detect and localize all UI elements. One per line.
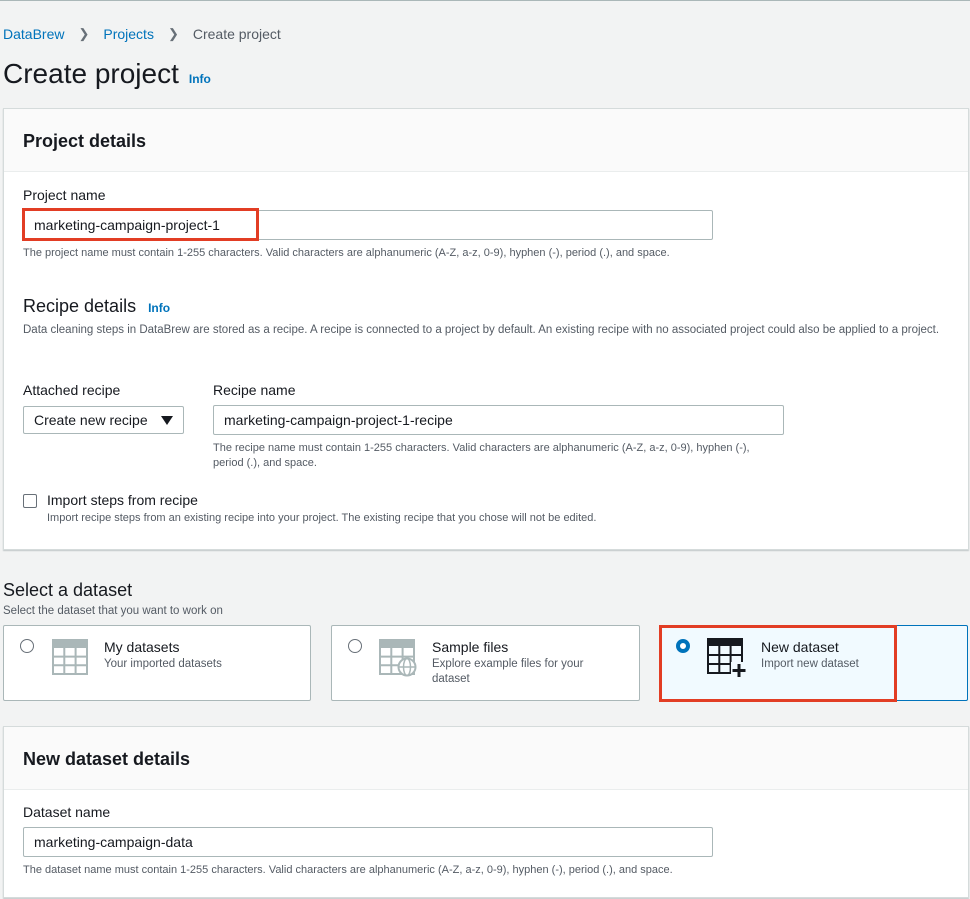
import-steps-label: Import steps from recipe [47,492,198,508]
import-steps-checkbox[interactable] [23,494,37,508]
page-info-link[interactable]: Info [189,72,211,86]
sample-files-desc: Explore example files for your dataset [432,658,584,685]
recipe-details-heading-text: Recipe details [23,296,137,316]
dataset-option-sample-files[interactable]: Sample files Explore example files for y… [331,625,640,701]
recipe-name-input[interactable] [213,405,784,435]
my-datasets-title: My datasets [104,639,180,655]
dataset-name-label: Dataset name [23,804,111,820]
project-name-label: Project name [23,187,106,203]
attached-recipe-select[interactable]: Create new recipe [23,406,184,434]
recipe-info-link[interactable]: Info [148,301,170,315]
new-dataset-details-panel: New dataset details Dataset name The dat… [3,726,969,898]
chevron-right-icon: ❯ [78,26,90,41]
import-steps-description: Import recipe steps from an existing rec… [47,512,597,524]
dataset-option-new-dataset[interactable]: New dataset Import new dataset [659,625,968,701]
attached-recipe-label: Attached recipe [23,382,121,398]
dataset-option-my-datasets[interactable]: My datasets Your imported datasets [3,625,311,701]
sample-files-radio[interactable] [348,639,362,653]
breadcrumb-databrew-link[interactable]: DataBrew [3,26,64,42]
new-dataset-details-heading: New dataset details [23,749,191,769]
table-plus-icon [707,638,747,678]
breadcrumb-current: Create project [192,26,281,42]
attached-recipe-value: Create new recipe [34,412,148,428]
my-datasets-desc: Your imported datasets [104,658,222,670]
breadcrumb: DataBrew ❯ Projects ❯ Create project [3,26,281,42]
new-dataset-radio[interactable] [676,639,690,653]
project-details-heading: Project details [23,131,147,151]
new-dataset-desc: Import new dataset [761,658,859,670]
recipe-name-hint: The recipe name must contain 1-255 chara… [213,442,750,469]
recipe-details-description: Data cleaning steps in DataBrew are stor… [23,324,940,336]
sample-files-title: Sample files [432,639,509,655]
chevron-right-icon: ❯ [167,26,179,41]
caret-down-icon [161,415,173,425]
recipe-details-heading: Recipe details Info [23,296,170,317]
select-dataset-subheading: Select the dataset that you want to work… [3,605,223,617]
page-title: Create project Info [3,58,211,90]
dataset-name-input[interactable] [23,827,713,857]
dataset-name-hint: The dataset name must contain 1-255 char… [23,864,673,876]
page-title-text: Create project [3,58,179,89]
new-dataset-title: New dataset [761,639,839,655]
project-details-header: Project details [4,109,968,172]
new-dataset-details-header: New dataset details [4,727,968,790]
table-globe-icon [379,639,417,677]
project-name-input[interactable] [23,210,713,240]
select-dataset-heading: Select a dataset [3,580,133,600]
table-grid-icon [52,639,88,675]
project-details-panel: Project details Project name The project… [3,108,969,550]
top-border [0,0,970,1]
my-datasets-radio[interactable] [20,639,34,653]
recipe-name-label: Recipe name [213,382,296,398]
project-name-hint: The project name must contain 1-255 char… [23,247,670,259]
breadcrumb-projects-link[interactable]: Projects [103,26,154,42]
